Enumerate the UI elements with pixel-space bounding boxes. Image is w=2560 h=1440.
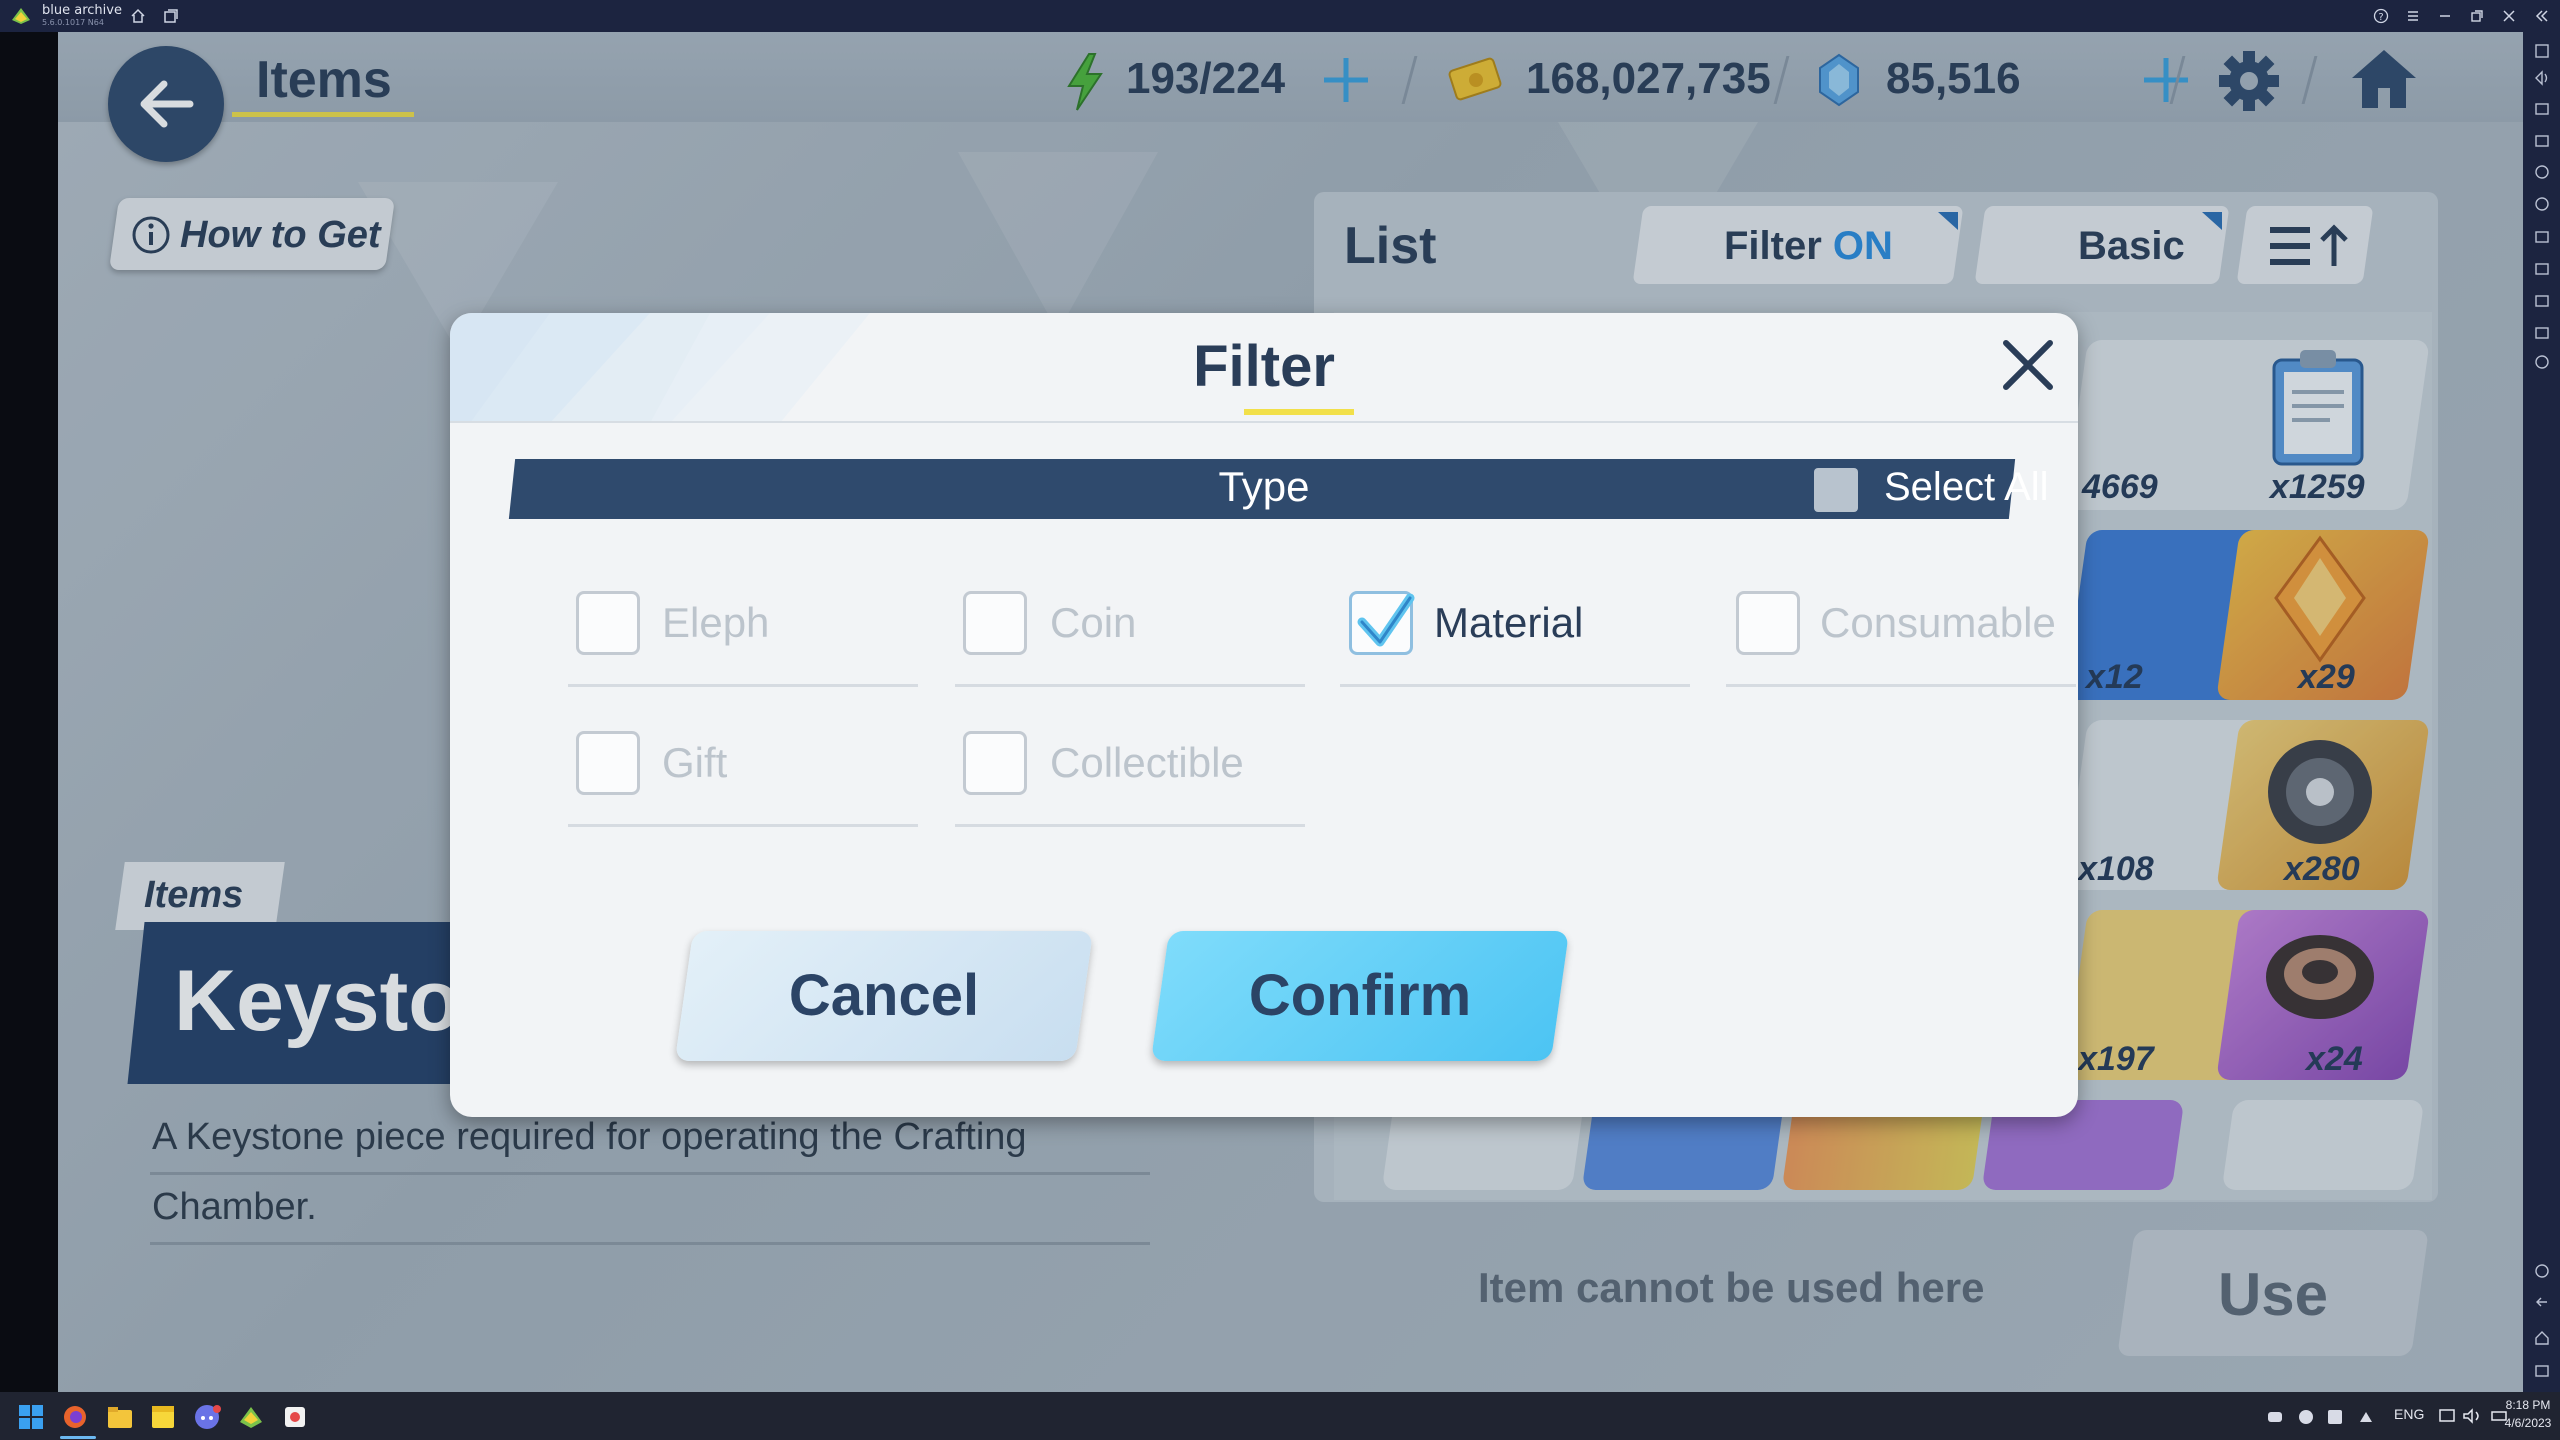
discord-icon[interactable]	[194, 1404, 222, 1430]
option-underline	[568, 684, 918, 687]
option-label-eleph: Eleph	[662, 599, 770, 646]
app-version: 5.6.0.1017 N64	[42, 18, 104, 27]
sticky-notes-icon[interactable]	[150, 1404, 176, 1430]
checkbox-gift[interactable]	[576, 731, 640, 795]
filter-modal: Filter Type Select All Eleph Coin Materi…	[450, 313, 2078, 1117]
checkbox-material[interactable]	[1349, 591, 1415, 655]
windows-start-icon[interactable]	[18, 1404, 44, 1430]
language-indicator[interactable]: ENG	[2394, 1406, 2424, 1422]
checkmark-icon	[1357, 593, 1415, 647]
menu-icon[interactable]	[2405, 8, 2421, 24]
option-underline	[955, 824, 1305, 827]
select-all-checkbox[interactable]	[1814, 468, 1858, 512]
close-window-icon[interactable]	[2501, 8, 2517, 24]
option-label-coin: Coin	[1050, 599, 1137, 646]
clock-time[interactable]: 8:18 PM	[2500, 1398, 2556, 1412]
select-all-label: Select All	[1884, 465, 2049, 509]
option-label-material: Material	[1434, 599, 1584, 646]
close-modal-icon[interactable]	[1998, 335, 2058, 395]
checkbox-coin[interactable]	[963, 591, 1027, 655]
option-label-gift: Gift	[662, 739, 728, 786]
app-name: blue archive	[42, 3, 122, 18]
option-underline	[1726, 684, 2076, 687]
file-explorer-icon[interactable]	[106, 1404, 134, 1430]
modal-title: Filter	[1193, 334, 1335, 399]
checkbox-collectible[interactable]	[963, 731, 1027, 795]
modal-header-divider	[450, 421, 2078, 423]
collapse-sidebar-icon[interactable]	[2533, 8, 2549, 24]
restore-icon[interactable]	[2469, 8, 2485, 24]
home-icon[interactable]	[130, 8, 146, 24]
app-logo-icon	[12, 8, 30, 24]
modal-title-underline	[1244, 409, 1354, 415]
emulator-titlebar: blue archive 5.6.0.1017 N64 ?	[0, 0, 2560, 32]
firefox-icon[interactable]	[62, 1404, 88, 1430]
confirm-button-label: Confirm	[1248, 963, 1472, 1028]
active-app-indicator	[60, 1436, 96, 1439]
option-label-collectible: Collectible	[1050, 739, 1244, 786]
bluestacks-icon[interactable]	[238, 1404, 264, 1430]
emulator-sidebar	[2523, 32, 2560, 1392]
os-taskbar: ENG 8:18 PM 4/6/2023	[0, 1392, 2560, 1440]
checkbox-consumable[interactable]	[1736, 591, 1800, 655]
option-underline	[1340, 684, 1690, 687]
option-underline	[955, 684, 1305, 687]
system-tray-icons[interactable]	[2266, 1408, 2406, 1426]
option-label-consumable: Consumable	[1820, 599, 2056, 646]
checkbox-eleph[interactable]	[576, 591, 640, 655]
minimize-icon[interactable]	[2437, 8, 2453, 24]
sidebar-tool-icons[interactable]	[2533, 42, 2551, 372]
cancel-button-label: Cancel	[788, 963, 980, 1028]
multi-window-icon[interactable]	[163, 8, 179, 24]
snipping-tool-icon[interactable]	[282, 1404, 308, 1430]
sidebar-bottom-icons[interactable]	[2533, 1262, 2551, 1382]
option-underline	[568, 824, 918, 827]
clock-date[interactable]: 4/6/2023	[2500, 1416, 2556, 1430]
left-letterbox	[0, 32, 58, 1392]
game-viewport: Items 193/224 168,027,735 85,516 How to …	[58, 32, 2523, 1392]
help-icon[interactable]: ?	[2373, 8, 2389, 24]
svg-text:?: ?	[2378, 12, 2383, 23]
